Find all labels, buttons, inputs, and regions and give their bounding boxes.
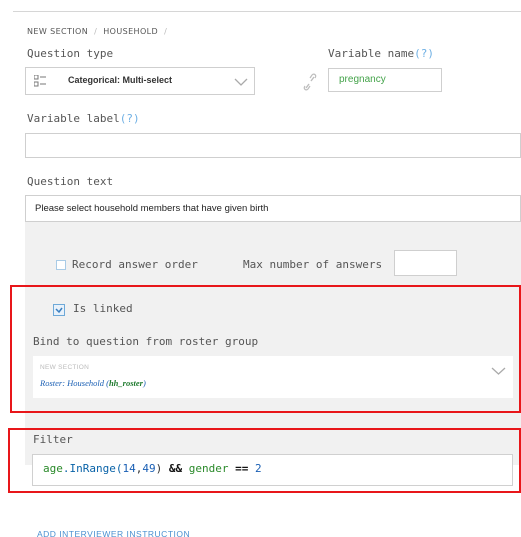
question-text-value: Please select household members that hav… [35,203,269,214]
linked-question-highlight [10,285,521,413]
question-type-value: Categorical: Multi-select [68,75,173,85]
question-text-label: Question text [27,175,114,188]
breadcrumb-section[interactable]: NEW SECTION [27,27,88,36]
breadcrumb-subsection[interactable]: HOUSEHOLD [103,27,158,36]
variable-label-label: Variable label(?) [27,112,140,125]
top-divider [13,11,521,12]
add-interviewer-instruction-link[interactable]: ADD INTERVIEWER INSTRUCTION [37,529,190,537]
max-answers-label: Max number of answers [243,258,383,271]
max-answers-input[interactable] [394,250,457,276]
variable-name-help-link[interactable]: (?) [414,47,434,60]
chevron-down-icon [234,78,248,86]
record-answer-order-checkbox[interactable] [56,260,66,270]
variable-label-input[interactable] [25,133,521,158]
link-icon[interactable] [303,72,317,92]
filter-highlight [8,428,521,493]
variable-name-value: pregnancy [339,74,386,85]
variable-name-input[interactable]: pregnancy [328,68,442,92]
breadcrumb: NEW SECTION / HOUSEHOLD / [27,27,168,36]
question-text-input[interactable]: Please select household members that hav… [25,195,521,222]
question-type-dropdown[interactable]: Categorical: Multi-select [25,67,255,95]
variable-name-label: Variable name(?) [328,47,434,60]
question-type-label: Question type [27,47,114,60]
multi-select-list-icon [34,75,46,87]
record-answer-order-label: Record answer order [72,258,198,271]
variable-label-help-link[interactable]: (?) [120,112,140,125]
